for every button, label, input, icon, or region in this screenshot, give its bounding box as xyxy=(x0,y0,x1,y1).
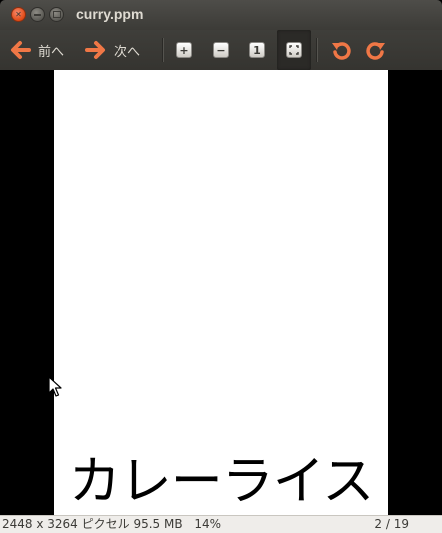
title-bar[interactable]: curry.ppm xyxy=(0,0,442,30)
zoom-fit-button[interactable] xyxy=(277,30,311,70)
zoom-out-button[interactable]: − xyxy=(204,30,238,70)
zoom-level: 14% xyxy=(194,517,222,531)
toolbar-separator xyxy=(162,38,163,62)
previous-label: 前へ xyxy=(38,44,65,60)
rotate-left-icon xyxy=(332,42,351,60)
close-window-button[interactable] xyxy=(11,7,26,22)
maximize-window-button[interactable] xyxy=(49,7,64,22)
next-label: 次へ xyxy=(114,44,141,60)
rotate-left-button[interactable] xyxy=(324,30,358,70)
toolbar-separator xyxy=(316,38,317,62)
zoom-normal-icon: 1 xyxy=(249,42,265,58)
mouse-pointer-icon xyxy=(48,376,62,397)
arrow-right-icon xyxy=(85,41,105,59)
toolbar: 前へ 次へ + − 1 xyxy=(0,30,442,70)
next-button[interactable]: 次へ xyxy=(84,30,140,70)
window-title: curry.ppm xyxy=(76,6,144,22)
rotate-right-button[interactable] xyxy=(359,30,393,70)
zoom-in-button[interactable]: + xyxy=(167,30,201,70)
page-indicator: 2 / 19 xyxy=(374,517,409,531)
image-info: 2448 x 3264 ピクセル 95.5 MB 14% xyxy=(2,516,221,533)
previous-button[interactable]: 前へ xyxy=(8,30,64,70)
close-icon xyxy=(15,10,22,20)
minimize-window-button[interactable] xyxy=(30,7,45,22)
zoom-normal-button[interactable]: 1 xyxy=(240,30,274,70)
zoom-in-icon: + xyxy=(176,42,192,58)
displayed-image: カレーライス xyxy=(54,70,388,515)
image-view[interactable]: カレーライス xyxy=(0,70,442,515)
arrow-left-icon xyxy=(11,41,31,59)
image-file-size: 95.5 MB xyxy=(133,517,183,531)
minimize-icon xyxy=(34,13,41,16)
zoom-out-icon: − xyxy=(213,42,229,58)
maximize-icon xyxy=(52,11,61,18)
rotate-right-icon xyxy=(366,42,385,60)
status-bar: 2448 x 3264 ピクセル 95.5 MB 14% 2 / 19 xyxy=(0,515,442,533)
zoom-fit-icon xyxy=(286,42,302,58)
image-dimensions: 2448 x 3264 ピクセル xyxy=(2,517,130,531)
image-text: カレーライス xyxy=(68,452,374,512)
image-viewer-window: curry.ppm 前へ 次へ + − 1 xyxy=(0,0,442,533)
